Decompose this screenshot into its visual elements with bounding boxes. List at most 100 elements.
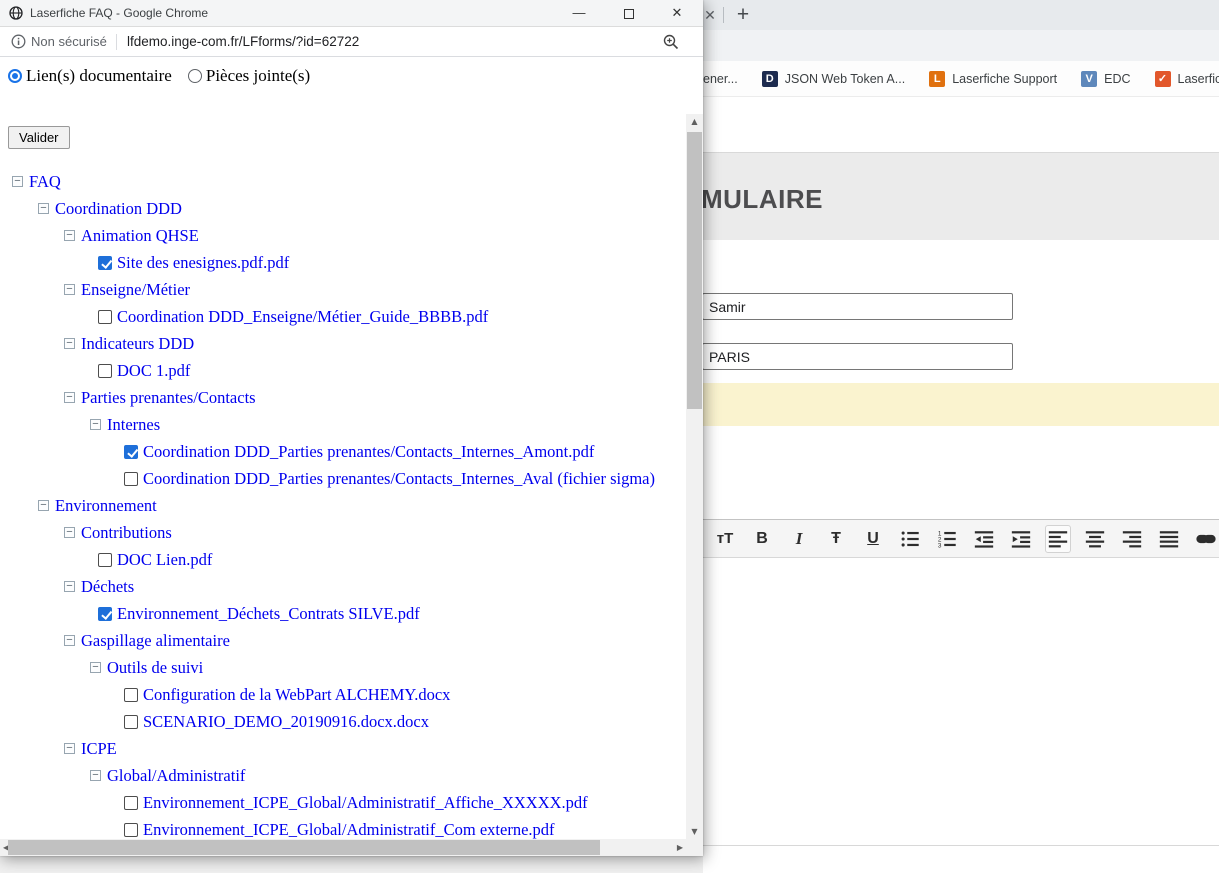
folder-label[interactable]: Déchets (81, 577, 134, 597)
bookmark-item[interactable]: ener... (703, 72, 738, 86)
checkbox[interactable] (124, 823, 138, 837)
folder-label[interactable]: Contributions (81, 523, 172, 543)
zoom-icon[interactable] (663, 34, 679, 50)
folder-label[interactable]: Animation QHSE (81, 226, 199, 246)
radio-option[interactable]: Lien(s) documentaire (8, 66, 172, 86)
close-button[interactable]: ✕ (661, 0, 693, 26)
align-right-icon[interactable] (1119, 525, 1145, 553)
checkbox[interactable] (98, 607, 112, 621)
horizontal-scroll-thumb[interactable] (8, 840, 600, 855)
checkbox[interactable] (124, 472, 138, 486)
outdent-icon[interactable] (971, 525, 997, 553)
vertical-scroll-thumb[interactable] (687, 132, 702, 409)
document-link[interactable]: Coordination DDD_Parties prenantes/Conta… (143, 469, 655, 489)
valider-button[interactable]: Valider (8, 126, 70, 149)
horizontal-scrollbar[interactable]: ◀ ▶ (0, 839, 686, 856)
numbered-list-icon[interactable]: 123 (934, 525, 960, 553)
document-link[interactable]: Configuration de la WebPart ALCHEMY.docx (143, 685, 450, 705)
checkbox[interactable] (98, 364, 112, 378)
radio-icon[interactable] (8, 69, 22, 83)
document-link[interactable]: Environnement_Déchets_Contrats SILVE.pdf (117, 604, 420, 624)
bullet-list-icon[interactable] (897, 525, 923, 553)
italic-icon[interactable]: I (786, 525, 812, 553)
folder-label[interactable]: Global/Administratif (107, 766, 245, 786)
bookmark-item[interactable]: LLaserfiche Support (929, 71, 1057, 87)
bookmark-item[interactable]: VEDC (1081, 71, 1130, 87)
collapse-icon[interactable]: − (90, 662, 101, 673)
justify-icon[interactable] (1156, 525, 1182, 553)
radio-option[interactable]: Pièces jointe(s) (188, 66, 310, 86)
collapse-icon[interactable]: − (64, 230, 75, 241)
popup-address-bar[interactable]: Non sécurisé lfdemo.inge-com.fr/LFforms/… (0, 27, 703, 57)
scroll-up-arrow[interactable]: ▲ (686, 117, 703, 126)
scroll-down-arrow[interactable]: ▼ (686, 827, 703, 836)
document-link[interactable]: Environnement_ICPE_Global/Administratif_… (143, 820, 555, 840)
folder-label[interactable]: FAQ (29, 172, 61, 192)
checkbox[interactable] (124, 796, 138, 810)
folder-label[interactable]: Indicateurs DDD (81, 334, 194, 354)
scroll-right-arrow[interactable]: ▶ (677, 843, 683, 852)
underline-icon[interactable]: U (860, 525, 886, 553)
tree-folder-row: −Enseigne/Métier (0, 276, 686, 303)
collapse-icon[interactable]: − (90, 419, 101, 430)
highlighted-field-row: XXX (699, 383, 1219, 426)
folder-label[interactable]: Parties prenantes/Contacts (81, 388, 256, 408)
url-text[interactable]: lfdemo.inge-com.fr/LFforms/?id=62722 (127, 27, 359, 56)
document-link[interactable]: SCENARIO_DEMO_20190916.docx.docx (143, 712, 429, 732)
editor-text-area[interactable] (703, 558, 1219, 727)
link-icon[interactable] (1193, 525, 1219, 553)
document-link[interactable]: Site des enesignes.pdf.pdf (117, 253, 289, 273)
checkbox[interactable] (98, 310, 112, 324)
folder-label[interactable]: Enseigne/Métier (81, 280, 190, 300)
document-link[interactable]: DOC 1.pdf (117, 361, 190, 381)
folder-label[interactable]: Environnement (55, 496, 157, 516)
city-field[interactable] (702, 343, 1013, 370)
collapse-icon[interactable]: − (64, 743, 75, 754)
collapse-icon[interactable]: − (38, 500, 49, 511)
collapse-icon[interactable]: − (64, 581, 75, 592)
name-field[interactable] (702, 293, 1013, 320)
align-center-icon[interactable] (1082, 525, 1108, 553)
align-left-icon[interactable] (1045, 525, 1071, 553)
folder-label[interactable]: Outils de suivi (107, 658, 203, 678)
popup-window: Laserfiche FAQ - Google Chrome — ✕ Non s… (0, 0, 703, 856)
info-icon[interactable] (11, 34, 26, 49)
checkbox[interactable] (98, 553, 112, 567)
collapse-icon[interactable]: − (64, 392, 75, 403)
maximize-button[interactable] (613, 0, 645, 26)
folder-label[interactable]: Coordination DDD (55, 199, 182, 219)
document-link[interactable]: DOC Lien.pdf (117, 550, 212, 570)
bookmark-favicon: L (929, 71, 945, 87)
document-link[interactable]: Coordination DDD_Parties prenantes/Conta… (143, 442, 594, 462)
document-link[interactable]: Coordination DDD_Enseigne/Métier_Guide_B… (117, 307, 488, 327)
collapse-icon[interactable]: − (90, 770, 101, 781)
new-tab-button[interactable]: + (730, 2, 756, 28)
text-size-icon[interactable]: тT (712, 525, 738, 553)
radio-icon[interactable] (188, 69, 202, 83)
checkbox[interactable] (98, 256, 112, 270)
collapse-icon[interactable]: − (38, 203, 49, 214)
folder-label[interactable]: Internes (107, 415, 160, 435)
strikethrough-icon[interactable]: Ŧ (823, 525, 849, 553)
editor-toolbar: тT BIŦU 123 (703, 520, 1219, 558)
indent-icon[interactable] (1008, 525, 1034, 553)
tree-folder-row: −Indicateurs DDD (0, 330, 686, 357)
vertical-scrollbar[interactable]: ▲ ▼ (686, 114, 703, 839)
checkbox[interactable] (124, 445, 138, 459)
collapse-icon[interactable]: − (12, 176, 23, 187)
popup-titlebar[interactable]: Laserfiche FAQ - Google Chrome — ✕ (0, 0, 703, 27)
collapse-icon[interactable]: − (64, 284, 75, 295)
bold-icon[interactable]: B (749, 525, 775, 553)
bookmark-item[interactable]: DJSON Web Token A... (762, 71, 905, 87)
document-link[interactable]: Environnement_ICPE_Global/Administratif_… (143, 793, 588, 813)
folder-label[interactable]: ICPE (81, 739, 117, 759)
tab-close-icon[interactable]: ✕ (701, 6, 719, 24)
folder-label[interactable]: Gaspillage alimentaire (81, 631, 230, 651)
checkbox[interactable] (124, 715, 138, 729)
collapse-icon[interactable]: − (64, 338, 75, 349)
checkbox[interactable] (124, 688, 138, 702)
bookmark-item[interactable]: ✓Laserfiche Forms (1155, 71, 1219, 87)
collapse-icon[interactable]: − (64, 635, 75, 646)
minimize-button[interactable]: — (563, 0, 595, 26)
collapse-icon[interactable]: − (64, 527, 75, 538)
